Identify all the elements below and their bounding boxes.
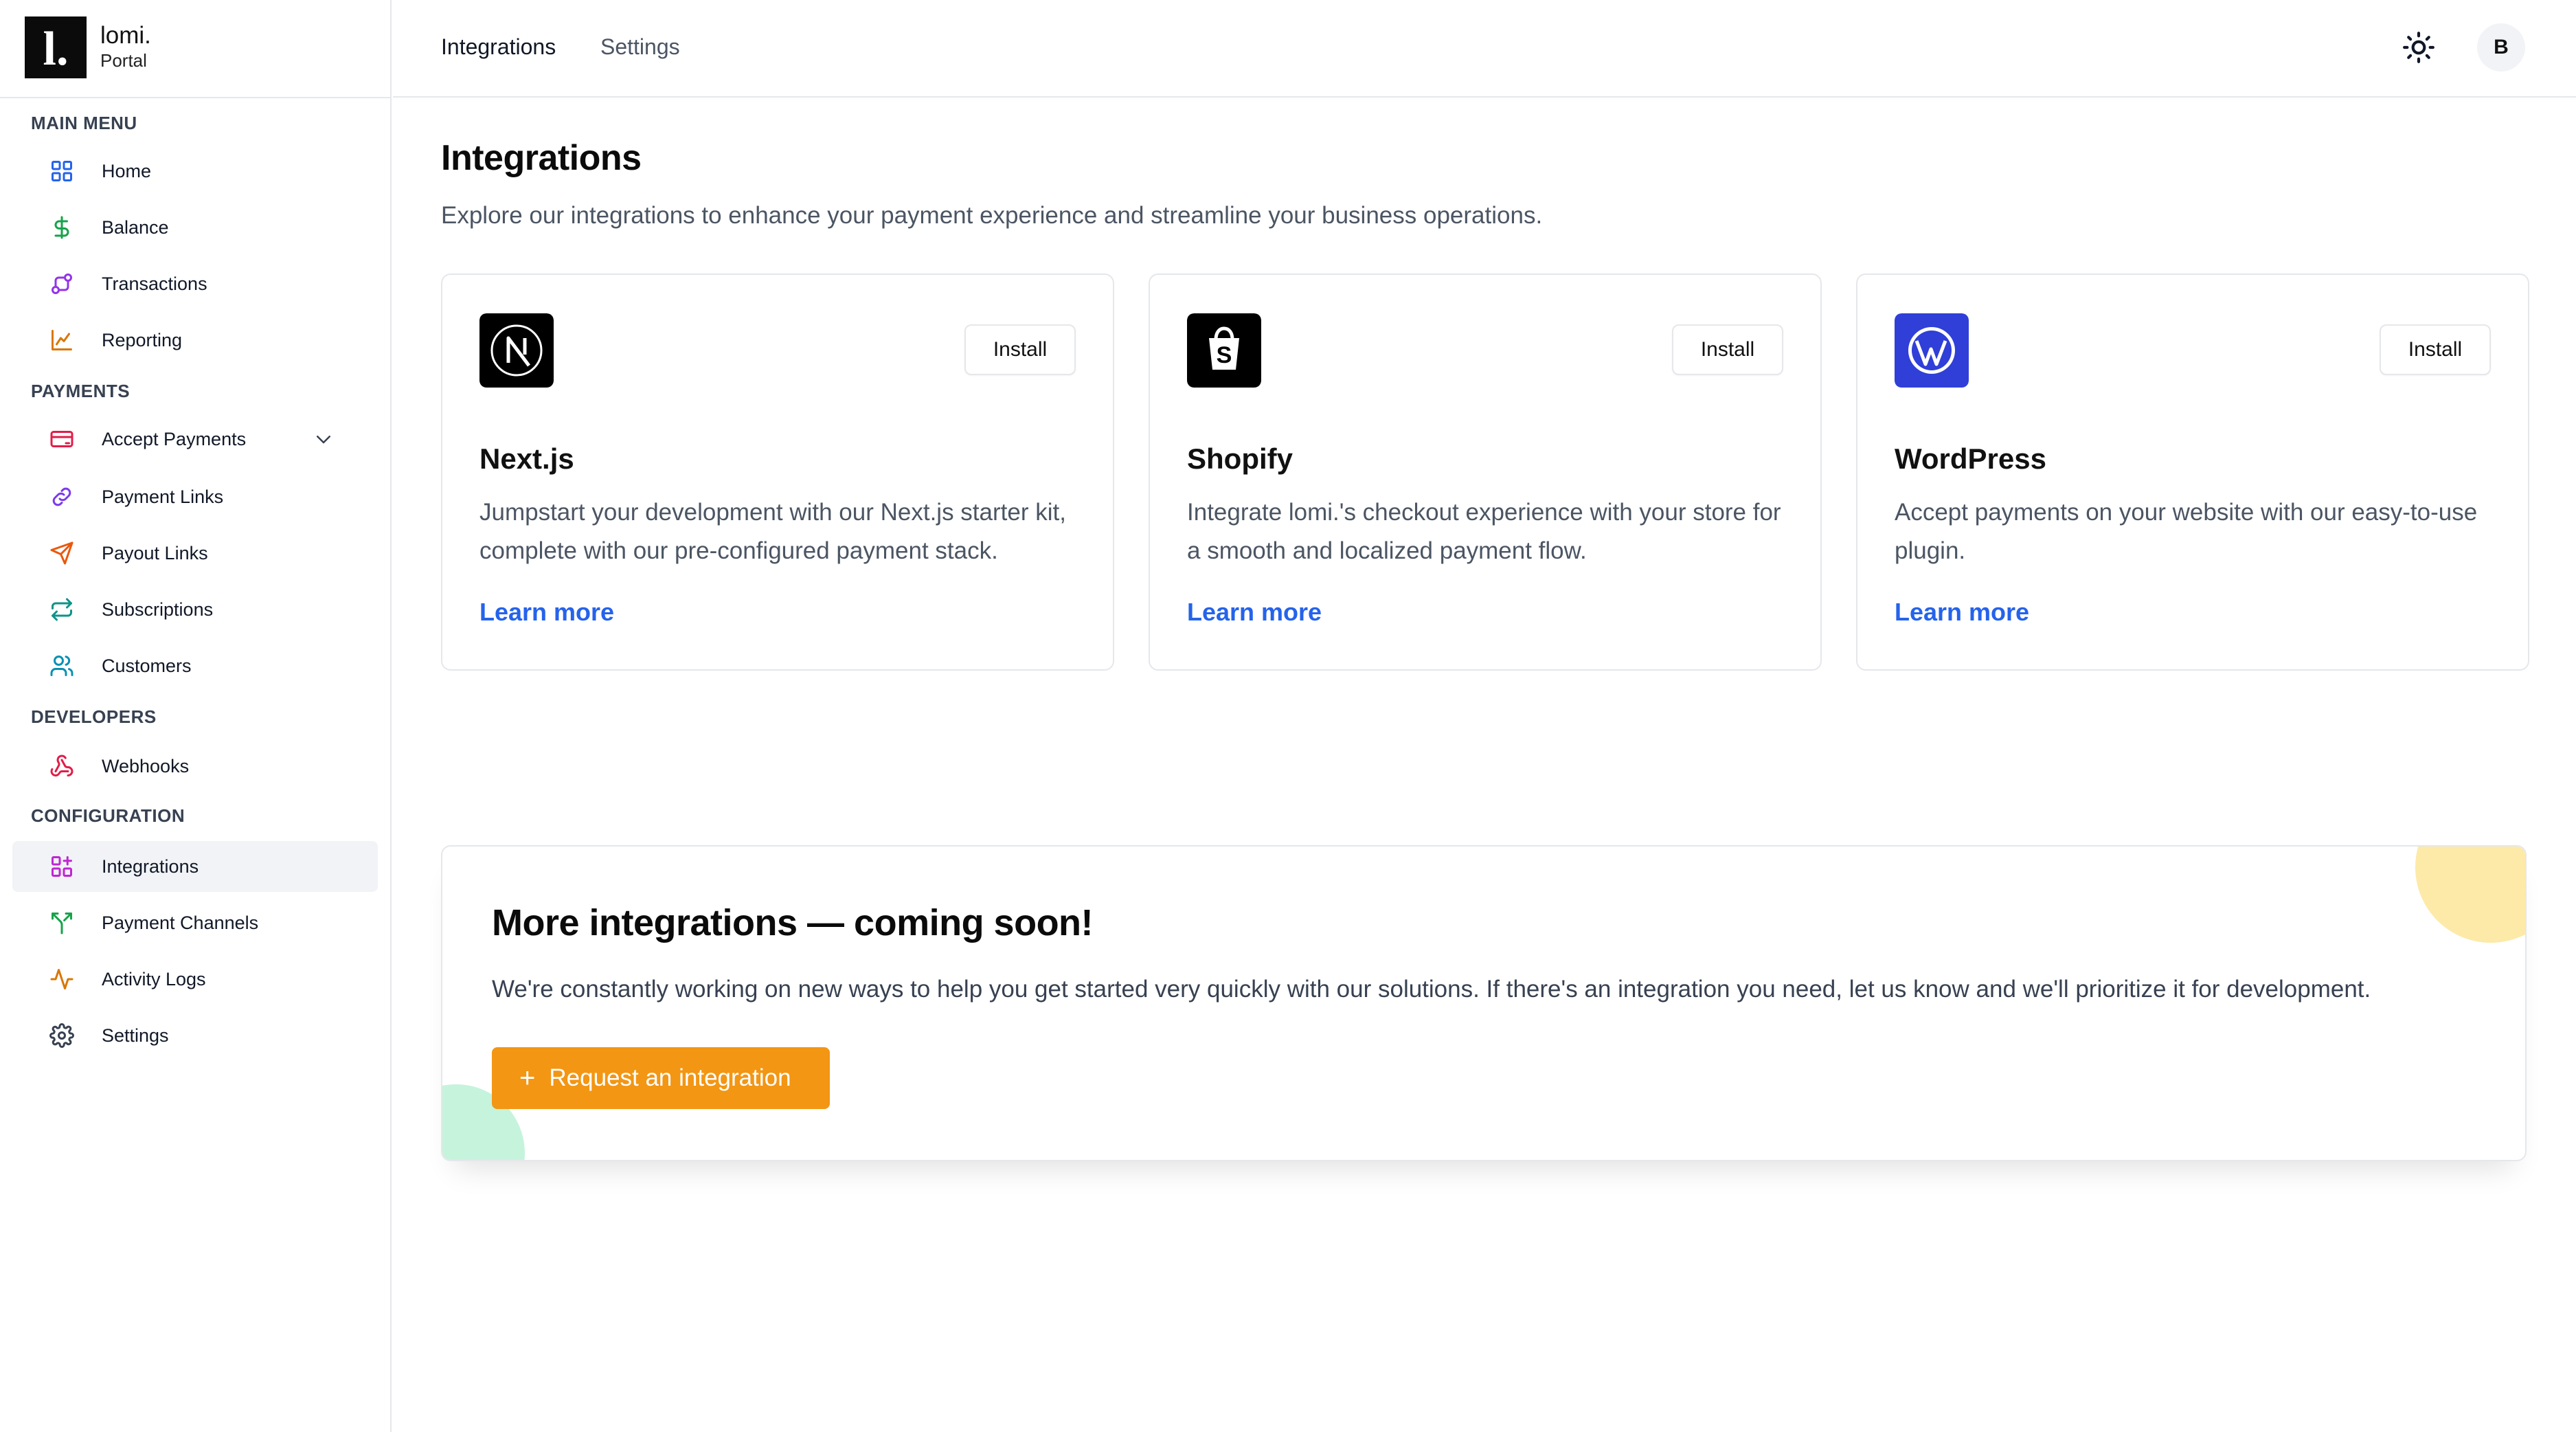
sidebar-item-settings[interactable]: Settings [12,1010,378,1061]
plus-icon: + [519,1063,536,1093]
coming-soon-banner: More integrations — coming soon! We're c… [441,845,2527,1161]
sidebar-item-label: Reporting [102,329,183,350]
chevron-down-icon[interactable] [312,429,335,449]
learn-more-link[interactable]: Learn more [1895,598,2029,627]
activity-icon [49,967,74,992]
integration-card-shopify: S Install Shopify Integrate lomi.'s chec… [1149,273,1822,671]
card-title: Next.js [479,443,574,475]
top-bar: Integrations Settings [393,0,2576,98]
install-button[interactable]: Install [2380,324,2491,375]
sidebar-item-label: Payment Links [102,486,224,507]
sidebar-item-label: Subscriptions [102,598,214,620]
section-label-configuration: CONFIGURATION [31,805,185,826]
sidebar-item-balance[interactable]: Balance [12,202,378,253]
divider [0,97,392,98]
integration-card-wordpress: Install WordPress Accept payments on you… [1856,273,2529,671]
section-label-main-menu: MAIN MENU [31,113,137,133]
integration-card-nextjs: Install Next.js Jumpstart your developme… [441,273,1114,671]
sidebar-item-webhooks[interactable]: Webhooks [12,741,378,792]
users-icon [49,653,74,678]
sidebar-item-payout-links[interactable]: Payout Links [12,528,378,579]
tab-integrations[interactable]: Integrations [441,34,556,60]
send-icon [49,541,74,566]
sidebar-item-accept-payments[interactable]: Accept Payments [12,414,378,465]
sidebar-item-label: Customers [102,655,192,676]
brand-name: lomi. [100,22,151,49]
shopify-logo-icon: S [1187,313,1261,388]
wordpress-logo-icon [1895,313,1969,388]
sidebar-item-label: Balance [102,216,169,238]
install-button[interactable]: Install [964,324,1076,375]
card-title: WordPress [1895,443,2046,475]
sidebar-item-subscriptions[interactable]: Subscriptions [12,584,378,635]
sun-icon[interactable] [2402,30,2436,65]
gear-icon [49,1023,74,1048]
card-description: Accept payments on your website with our… [1895,499,2478,564]
logo: l. [25,16,87,78]
sidebar-item-label: Settings [102,1025,169,1046]
brand[interactable]: l. lomi. Portal [25,16,151,78]
page-subtitle: Explore our integrations to enhance your… [441,202,1543,229]
card-icon [49,427,74,451]
sidebar-item-payment-links[interactable]: Payment Links [12,471,378,522]
section-label-developers: DEVELOPERS [31,706,157,727]
learn-more-link[interactable]: Learn more [1187,598,1322,627]
sidebar-item-label: Accept Payments [102,428,247,449]
tab-settings[interactable]: Settings [600,34,680,60]
svg-text:S: S [1217,342,1232,368]
card-description: Integrate lomi.'s checkout experience wi… [1187,499,1781,564]
section-label-payments: PAYMENTS [31,381,131,401]
sidebar-item-label: Payment Channels [102,912,259,933]
sidebar-item-label: Payout Links [102,542,208,563]
sidebar-item-customers[interactable]: Customers [12,640,378,691]
sidebar-item-label: Transactions [102,273,207,294]
integrations-icon [49,854,74,879]
split-icon [49,910,74,935]
brand-subtitle: Portal [100,50,147,71]
repeat-icon [49,597,74,622]
card-description: Jumpstart your development with our Next… [479,499,1066,564]
sidebar-item-label: Home [102,160,152,181]
chart-icon [49,328,74,353]
dollar-icon [49,215,74,240]
grid-icon [49,159,74,183]
sidebar-item-payment-channels[interactable]: Payment Channels [12,897,378,948]
sidebar-item-label: Webhooks [102,755,190,776]
sidebar-item-transactions[interactable]: Transactions [12,258,378,309]
webhook-icon [49,754,74,779]
sidebar-item-home[interactable]: Home [12,146,378,197]
nextjs-logo-icon [479,313,554,388]
install-button[interactable]: Install [1672,324,1783,375]
learn-more-link[interactable]: Learn more [479,598,614,627]
sidebar-item-reporting[interactable]: Reporting [12,315,378,366]
sidebar-item-label: Integrations [102,855,199,877]
avatar[interactable]: B [2477,23,2525,71]
sidebar: l. lomi. Portal MAIN MENU Home Balance T… [0,0,392,1432]
transactions-icon [49,271,74,296]
sidebar-item-activity-logs[interactable]: Activity Logs [12,954,378,1005]
sidebar-item-integrations[interactable]: Integrations [12,841,378,892]
button-label: Request an integration [549,1064,791,1091]
link-icon [49,484,74,509]
banner-description: We're constantly working on new ways to … [492,976,2371,1003]
sidebar-item-label: Activity Logs [102,968,206,989]
decorative-blob [2415,847,2525,943]
banner-title: More integrations — coming soon! [492,902,1094,943]
page-title: Integrations [441,138,642,178]
card-title: Shopify [1187,443,1293,475]
request-integration-button[interactable]: + Request an integration [492,1047,830,1109]
